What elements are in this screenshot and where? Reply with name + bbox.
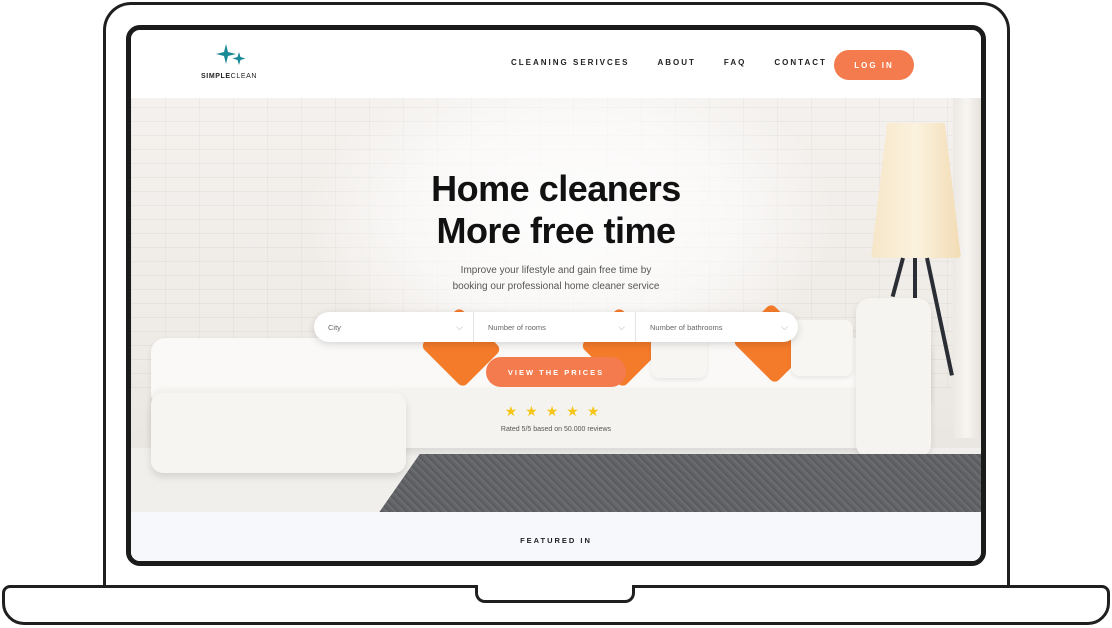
city-select[interactable]: City ⌵	[314, 312, 474, 342]
hero-subtitle-line-2: booking our professional home cleaner se…	[452, 281, 660, 292]
city-placeholder: City	[328, 322, 341, 332]
nav-link-cleaning-services[interactable]: CLEANING SERIVCES	[511, 58, 629, 67]
chevron-down-icon: ⌵	[781, 321, 788, 332]
search-bar: City ⌵ Number of rooms ⌵ Number of bathr…	[314, 312, 798, 342]
featured-section: FEATURED IN	[131, 512, 981, 561]
nav-link-about[interactable]: ABOUT	[657, 58, 695, 67]
nav-link-contact[interactable]: CONTACT	[774, 58, 827, 67]
hero-title: Home cleaners More free time	[131, 168, 981, 252]
hero-content: Home cleaners More free time Improve you…	[131, 98, 981, 512]
chevron-down-icon: ⌵	[618, 321, 625, 332]
star-icon: ★	[525, 403, 546, 419]
chevron-down-icon: ⌵	[456, 321, 463, 332]
hero-title-line-2: More free time	[436, 210, 676, 251]
view-prices-button[interactable]: VIEW THE PRICES	[486, 357, 626, 387]
hero-subtitle-line-1: Improve your lifestyle and gain free tim…	[460, 265, 652, 276]
website-screen: SIMPLECLEAN CLEANING SERIVCES ABOUT FAQ …	[131, 30, 981, 561]
laptop-screen-bezel: SIMPLECLEAN CLEANING SERIVCES ABOUT FAQ …	[126, 25, 986, 566]
laptop-notch	[475, 585, 635, 603]
sparkle-logo-icon	[216, 44, 246, 65]
nav-links: CLEANING SERIVCES ABOUT FAQ CONTACT	[511, 58, 855, 67]
star-icon: ★	[566, 403, 587, 419]
star-icon: ★	[504, 403, 526, 419]
rating-text: Rated 5/5 based on 50.000 reviews	[500, 426, 612, 433]
hero-title-line-1: Home cleaners	[431, 168, 681, 209]
bathrooms-select[interactable]: Number of bathrooms ⌵	[636, 312, 798, 342]
star-icon: ★	[545, 403, 567, 419]
rooms-placeholder: Number of rooms	[488, 322, 546, 332]
login-button[interactable]: LOG IN	[834, 50, 914, 80]
logo-text: SIMPLECLEAN	[201, 73, 258, 80]
navbar: SIMPLECLEAN CLEANING SERIVCES ABOUT FAQ …	[131, 30, 981, 98]
star-icon: ★	[586, 403, 608, 419]
rating-stars: ★★★★★	[131, 403, 981, 420]
hero-subtitle: Improve your lifestyle and gain free tim…	[131, 263, 981, 295]
hero-section: Home cleaners More free time Improve you…	[131, 98, 981, 512]
rooms-select[interactable]: Number of rooms ⌵	[474, 312, 636, 342]
featured-in-label: FEATURED IN	[520, 536, 592, 545]
bathrooms-placeholder: Number of bathrooms	[650, 322, 723, 332]
nav-link-faq[interactable]: FAQ	[724, 58, 746, 67]
logo[interactable]: SIMPLECLEAN	[201, 42, 271, 86]
